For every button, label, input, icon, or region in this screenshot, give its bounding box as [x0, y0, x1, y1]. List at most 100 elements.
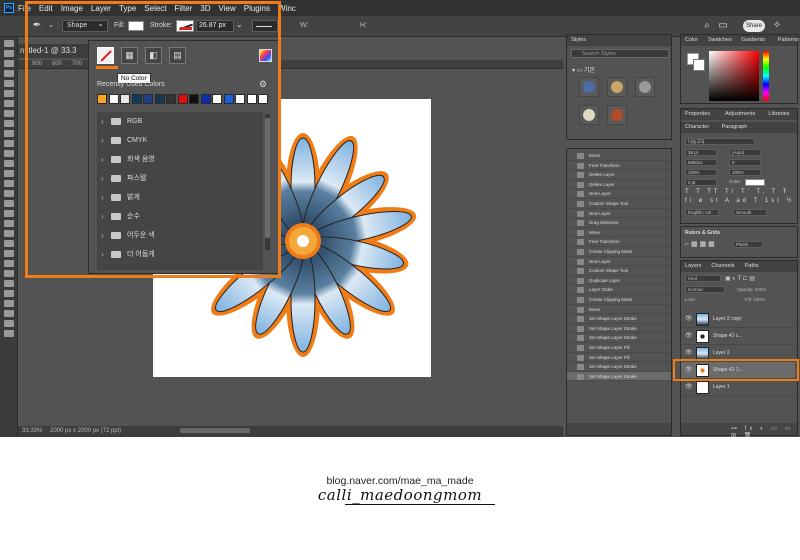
- tool-icon[interactable]: [4, 40, 14, 47]
- tool-icon[interactable]: [4, 50, 14, 57]
- text-style-buttons[interactable]: T T TT Tr T' T, T Ŧ: [685, 189, 790, 195]
- history-state[interactable]: Set Shape Layer Fill: [567, 343, 671, 353]
- history-state[interactable]: Delete Layer: [567, 180, 671, 190]
- background-color[interactable]: [693, 59, 705, 71]
- tool-icon[interactable]: [4, 300, 14, 307]
- tab-adjustments[interactable]: Adjustments: [725, 109, 755, 120]
- tool-icon[interactable]: [4, 180, 14, 187]
- color-swatch[interactable]: [212, 94, 222, 104]
- layer-name[interactable]: Layer 2: [713, 345, 730, 362]
- layer-row[interactable]: 👁 Shape 41 c...: [681, 328, 795, 345]
- style-preset[interactable]: [607, 105, 627, 125]
- history-state[interactable]: Set Shape Layer Stroke: [567, 324, 671, 334]
- tool-icon[interactable]: [4, 100, 14, 107]
- menu-item-winc[interactable]: Winc: [278, 4, 296, 13]
- history-state[interactable]: Drag Selection: [567, 218, 671, 228]
- stroke-width-field[interactable]: 26.87 px: [196, 20, 234, 32]
- tool-icon[interactable]: [4, 320, 14, 327]
- history-state[interactable]: Set Shape Layer Stroke: [567, 314, 671, 324]
- tab-paths[interactable]: Paths: [745, 261, 759, 272]
- layer-filter-kind[interactable]: Kind: [685, 275, 721, 282]
- swatch-folder[interactable]: › 어두운 색: [97, 226, 263, 245]
- color-swatch[interactable]: [189, 94, 199, 104]
- tool-icon[interactable]: [4, 140, 14, 147]
- pattern-button[interactable]: ▤: [169, 47, 186, 64]
- layer-name[interactable]: Shape 41 c...: [713, 328, 742, 345]
- tool-icon[interactable]: [4, 250, 14, 257]
- visibility-eye-icon[interactable]: 👁: [685, 379, 693, 396]
- fill-swatch[interactable]: [128, 21, 144, 31]
- visibility-eye-icon[interactable]: 👁: [685, 311, 693, 328]
- menu-item-edit[interactable]: Edit: [39, 4, 53, 13]
- history-state[interactable]: Move: [567, 151, 671, 161]
- history-state[interactable]: Layer Order: [567, 285, 671, 295]
- font-family-select[interactable]: 나눔고딕: [685, 138, 755, 145]
- stroke-width-dropdown[interactable]: ⌄: [236, 20, 246, 32]
- color-swatch[interactable]: [246, 94, 257, 104]
- stroke-type-select[interactable]: [252, 20, 278, 32]
- swatch-folder[interactable]: › 회색 음영: [97, 150, 263, 169]
- layer-filter-icons[interactable]: ▣ ◐ T ⊏ ▤: [725, 275, 755, 282]
- layer-row[interactable]: 👁 Shape 41 1...: [681, 362, 795, 379]
- tool-icon[interactable]: [4, 120, 14, 127]
- tool-icon[interactable]: [4, 330, 14, 337]
- tool-icon[interactable]: [4, 280, 14, 287]
- history-state[interactable]: Move: [567, 305, 671, 315]
- workspace-icon[interactable]: ▭: [716, 19, 730, 33]
- tool-icon[interactable]: [4, 60, 14, 67]
- opacity-field[interactable]: Opacity: 100%: [737, 287, 766, 292]
- menu-item-view[interactable]: View: [219, 4, 236, 13]
- fill-field[interactable]: Fill: 100%: [745, 297, 765, 302]
- tab-patterns[interactable]: Patterns: [778, 35, 798, 46]
- tool-icon[interactable]: [4, 200, 14, 207]
- visibility-eye-icon[interactable]: 👁: [685, 362, 693, 379]
- color-field[interactable]: [709, 51, 759, 101]
- photoshop-app-icon[interactable]: Ps: [4, 3, 14, 13]
- blend-mode-select[interactable]: Normal: [685, 286, 725, 293]
- horizontal-scale-field[interactable]: 100%: [729, 169, 761, 176]
- styles-folder-label[interactable]: ▾ ▭ 기본: [572, 65, 595, 74]
- menu-item-plugins[interactable]: Plugins: [244, 4, 270, 13]
- kerning-field[interactable]: Metrics: [685, 159, 717, 166]
- swatch-folder[interactable]: › 파스텔: [97, 169, 263, 188]
- ruler-grid-icons[interactable]: ⌐ ▦ ▦ ▦: [685, 240, 715, 248]
- no-color-button[interactable]: [97, 47, 114, 64]
- text-color-swatch[interactable]: [745, 179, 765, 186]
- baseline-field[interactable]: 0 pt: [685, 179, 717, 186]
- history-state[interactable]: Free Transform: [567, 161, 671, 171]
- swatch-folder[interactable]: › 더 어둡게: [97, 245, 263, 264]
- history-state[interactable]: Delete Layer: [567, 170, 671, 180]
- tool-icon[interactable]: [4, 270, 14, 277]
- style-preset[interactable]: [635, 77, 655, 97]
- history-state[interactable]: Set Shape Layer Stroke: [567, 362, 671, 372]
- history-state[interactable]: Set Shape Layer Stroke: [567, 333, 671, 343]
- ruler-units-select[interactable]: Pixels: [733, 241, 763, 248]
- swatch-folder[interactable]: › 순수: [97, 207, 263, 226]
- color-swatch[interactable]: [97, 94, 107, 104]
- tool-icon[interactable]: [4, 90, 14, 97]
- tab-properties[interactable]: Properties: [685, 109, 710, 120]
- tab-styles[interactable]: Styles: [571, 35, 586, 46]
- opentype-buttons[interactable]: fi ø st A ad T 1st ½: [685, 198, 794, 204]
- color-swatch[interactable]: [120, 94, 130, 104]
- layer-row[interactable]: 👁 Layer 2: [681, 345, 795, 362]
- history-state[interactable]: New Layer: [567, 189, 671, 199]
- vertical-scale-field[interactable]: 100%: [685, 169, 717, 176]
- menu-item-select[interactable]: Select: [144, 4, 166, 13]
- styles-search-input[interactable]: Search Styles: [571, 49, 669, 58]
- visibility-eye-icon[interactable]: 👁: [685, 345, 693, 362]
- swatch-folder[interactable]: › CMYK: [97, 131, 263, 150]
- tab-character[interactable]: Character: [685, 122, 709, 133]
- style-preset[interactable]: [579, 77, 599, 97]
- tool-icon[interactable]: [4, 260, 14, 267]
- chevron-down-icon[interactable]: ⌄: [44, 19, 58, 33]
- tool-icon[interactable]: [4, 210, 14, 217]
- tool-icon[interactable]: [4, 170, 14, 177]
- color-swatch[interactable]: [108, 94, 119, 104]
- style-preset[interactable]: [607, 77, 627, 97]
- color-swatch[interactable]: [200, 94, 211, 104]
- menu-item-type[interactable]: Type: [119, 4, 136, 13]
- layer-name[interactable]: Layer 1: [713, 379, 730, 396]
- discover-icon[interactable]: ✧: [770, 19, 784, 33]
- menu-item-layer[interactable]: Layer: [91, 4, 111, 13]
